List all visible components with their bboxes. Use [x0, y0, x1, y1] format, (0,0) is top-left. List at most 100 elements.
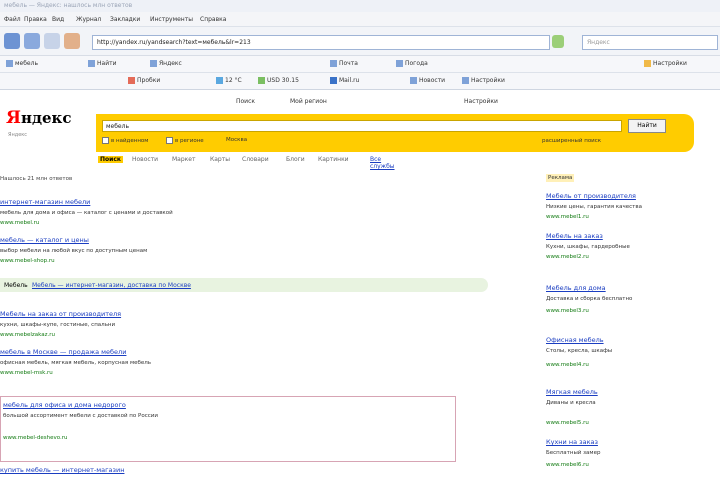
result-url[interactable]: www.mebel-msk.ru — [0, 370, 53, 376]
menu-tools[interactable]: Инструменты — [150, 16, 193, 23]
ad-url[interactable]: www.mebel3.ru — [546, 308, 589, 314]
result-url[interactable]: www.mebel-shop.ru — [0, 258, 55, 264]
go-icon[interactable] — [552, 35, 564, 48]
yabar-item[interactable]: Настройки — [462, 77, 505, 84]
logo-subtitle: Яндекс — [8, 132, 28, 138]
tab-market[interactable]: Маркет — [172, 156, 195, 163]
result-snippet: большой ассортимент мебели с доставкой п… — [3, 413, 158, 419]
back-icon[interactable] — [4, 33, 20, 49]
bookmark-item[interactable]: Настройки — [644, 60, 687, 67]
bookmark-item[interactable]: мебель — [6, 60, 38, 67]
browser-search-box[interactable]: Яндекс — [582, 35, 718, 50]
bookmark-item[interactable]: Найти — [88, 60, 116, 67]
search-panel: мебель Найти в найденном в регионе Москв… — [96, 114, 694, 152]
result-title[interactable]: интернет-магазин мебели — [0, 198, 90, 206]
top-link-search[interactable]: Поиск — [236, 98, 255, 105]
reload-icon[interactable] — [44, 33, 60, 49]
navigation-toolbar: http://yandex.ru/yandsearch?text=мебель&… — [0, 27, 720, 56]
result-snippet: мебель для дома и офиса — каталог с цена… — [0, 210, 173, 216]
yandex-logo[interactable]: Яндекс — [6, 108, 72, 128]
bookmarks-toolbar: мебель Найти Яндекс Почта Погода Настрой… — [0, 56, 720, 73]
highlighted-result: мебель для офиса и дома недорого большой… — [0, 396, 456, 462]
ad-title[interactable]: Мебель от производителя — [546, 192, 636, 200]
currency-icon — [258, 77, 265, 84]
ad-url[interactable]: www.mebel6.ru — [546, 462, 589, 468]
ad-title[interactable]: Кухни на заказ — [546, 438, 598, 446]
advanced-search-link[interactable]: расширенный поиск — [542, 138, 601, 144]
option-in-found[interactable]: в найденном — [102, 137, 148, 144]
yabar-item[interactable]: 12 °C — [216, 77, 242, 84]
ad-snippet: Диваны и кресла — [546, 400, 596, 406]
menu-edit[interactable]: Правка — [24, 16, 47, 23]
menu-file[interactable]: Файл — [4, 16, 21, 23]
bookmark-item[interactable]: Погода — [396, 60, 428, 67]
address-bar[interactable]: http://yandex.ru/yandsearch?text=мебель&… — [92, 35, 550, 50]
result-title[interactable]: купить мебель — интернет-магазин — [0, 466, 124, 474]
menu-bookmarks[interactable]: Закладки — [110, 16, 140, 23]
menu-history[interactable]: Журнал — [76, 16, 101, 23]
yabar-item[interactable]: Пробки — [128, 77, 160, 84]
result-snippet: офисная мебель, мягкая мебель, корпусная… — [0, 360, 152, 366]
ads-label: Реклама — [546, 174, 575, 182]
menu-view[interactable]: Вид — [52, 16, 64, 23]
bookmark-icon — [88, 60, 95, 67]
yandex-bar: Пробки 12 °C USD 30.15 Mail.ru Новости Н… — [0, 73, 720, 90]
menu-help[interactable]: Справка — [200, 16, 226, 23]
result-title[interactable]: мебель для офиса и дома недорого — [3, 401, 126, 409]
top-link-settings[interactable]: Настройки — [464, 98, 498, 105]
bookmark-icon — [150, 60, 157, 67]
ad-snippet: Столы, кресла, шкафы — [546, 348, 613, 354]
checkbox-icon — [166, 137, 173, 144]
results-stats: Нашлось 21 млн ответов — [0, 176, 73, 182]
ad-title[interactable]: Офисная мебель — [546, 336, 604, 344]
result-url[interactable]: www.mebel-deshevo.ru — [3, 435, 68, 441]
ad-url[interactable]: www.mebel4.ru — [546, 362, 589, 368]
yabar-item[interactable]: Новости — [410, 77, 445, 84]
search-query: мебель — [106, 123, 129, 130]
bookmark-item[interactable]: Почта — [330, 60, 358, 67]
home-icon[interactable] — [64, 33, 80, 49]
news-icon — [410, 77, 417, 84]
ad-title[interactable]: Мягкая мебель — [546, 388, 598, 396]
bookmark-icon — [6, 60, 13, 67]
yabar-item[interactable]: Mail.ru — [330, 77, 359, 84]
result-title[interactable]: мебель в Москве — продажа мебели — [0, 348, 126, 356]
mail-icon — [330, 77, 337, 84]
ad-label: Мебель — [4, 282, 28, 289]
ad-url[interactable]: www.mebel1.ru — [546, 214, 589, 220]
tab-search[interactable]: Поиск — [98, 156, 123, 163]
ad-title[interactable]: Мебель для дома — [546, 284, 606, 292]
bookmark-icon — [330, 60, 337, 67]
bookmark-icon — [396, 60, 403, 67]
ad-link[interactable]: Мебель — интернет-магазин, доставка по М… — [32, 282, 191, 289]
top-link-region[interactable]: Мой регион — [290, 98, 327, 105]
tab-maps[interactable]: Карты — [210, 156, 230, 163]
result-title[interactable]: мебель — каталог и цены — [0, 236, 89, 244]
right-ads-column: Реклама Мебель от производителя Низкие ц… — [540, 170, 720, 480]
result-url[interactable]: www.mebelzakaz.ru — [0, 332, 55, 338]
forward-icon[interactable] — [24, 33, 40, 49]
tab-blogs[interactable]: Блоги — [286, 156, 305, 163]
ad-snippet: Бесплатный замер — [546, 450, 601, 456]
tab-images[interactable]: Картинки — [318, 156, 349, 163]
result-snippet: кухни, шкафы-купе, гостиные, спальни — [0, 322, 116, 328]
ad-url[interactable]: www.mebel2.ru — [546, 254, 589, 260]
yabar-item[interactable]: USD 30.15 — [258, 77, 299, 84]
address-text: http://yandex.ru/yandsearch?text=мебель&… — [97, 39, 251, 46]
find-button[interactable]: Найти — [628, 119, 666, 133]
search-input[interactable]: мебель — [102, 120, 622, 132]
traffic-icon — [128, 77, 135, 84]
tab-dictionaries[interactable]: Словари — [242, 156, 269, 163]
direct-ad-bar: Мебель Мебель — интернет-магазин, достав… — [0, 278, 488, 292]
window-titlebar: мебель — Яндекс: нашлось млн ответов — [0, 0, 720, 12]
bookmark-item[interactable]: Яндекс — [150, 60, 182, 67]
ad-title[interactable]: Мебель на заказ — [546, 232, 603, 240]
result-title[interactable]: Мебель на заказ от производителя — [0, 310, 121, 318]
option-region-name[interactable]: Москва — [226, 137, 247, 143]
result-url[interactable]: www.mebel.ru — [0, 220, 39, 226]
menu-bar: Файл Правка Вид Журнал Закладки Инструме… — [0, 12, 720, 27]
ad-url[interactable]: www.mebel5.ru — [546, 420, 589, 426]
option-in-region[interactable]: в регионе — [166, 137, 204, 144]
tab-all-services[interactable]: Все службы — [370, 156, 395, 170]
tab-news[interactable]: Новости — [132, 156, 158, 163]
